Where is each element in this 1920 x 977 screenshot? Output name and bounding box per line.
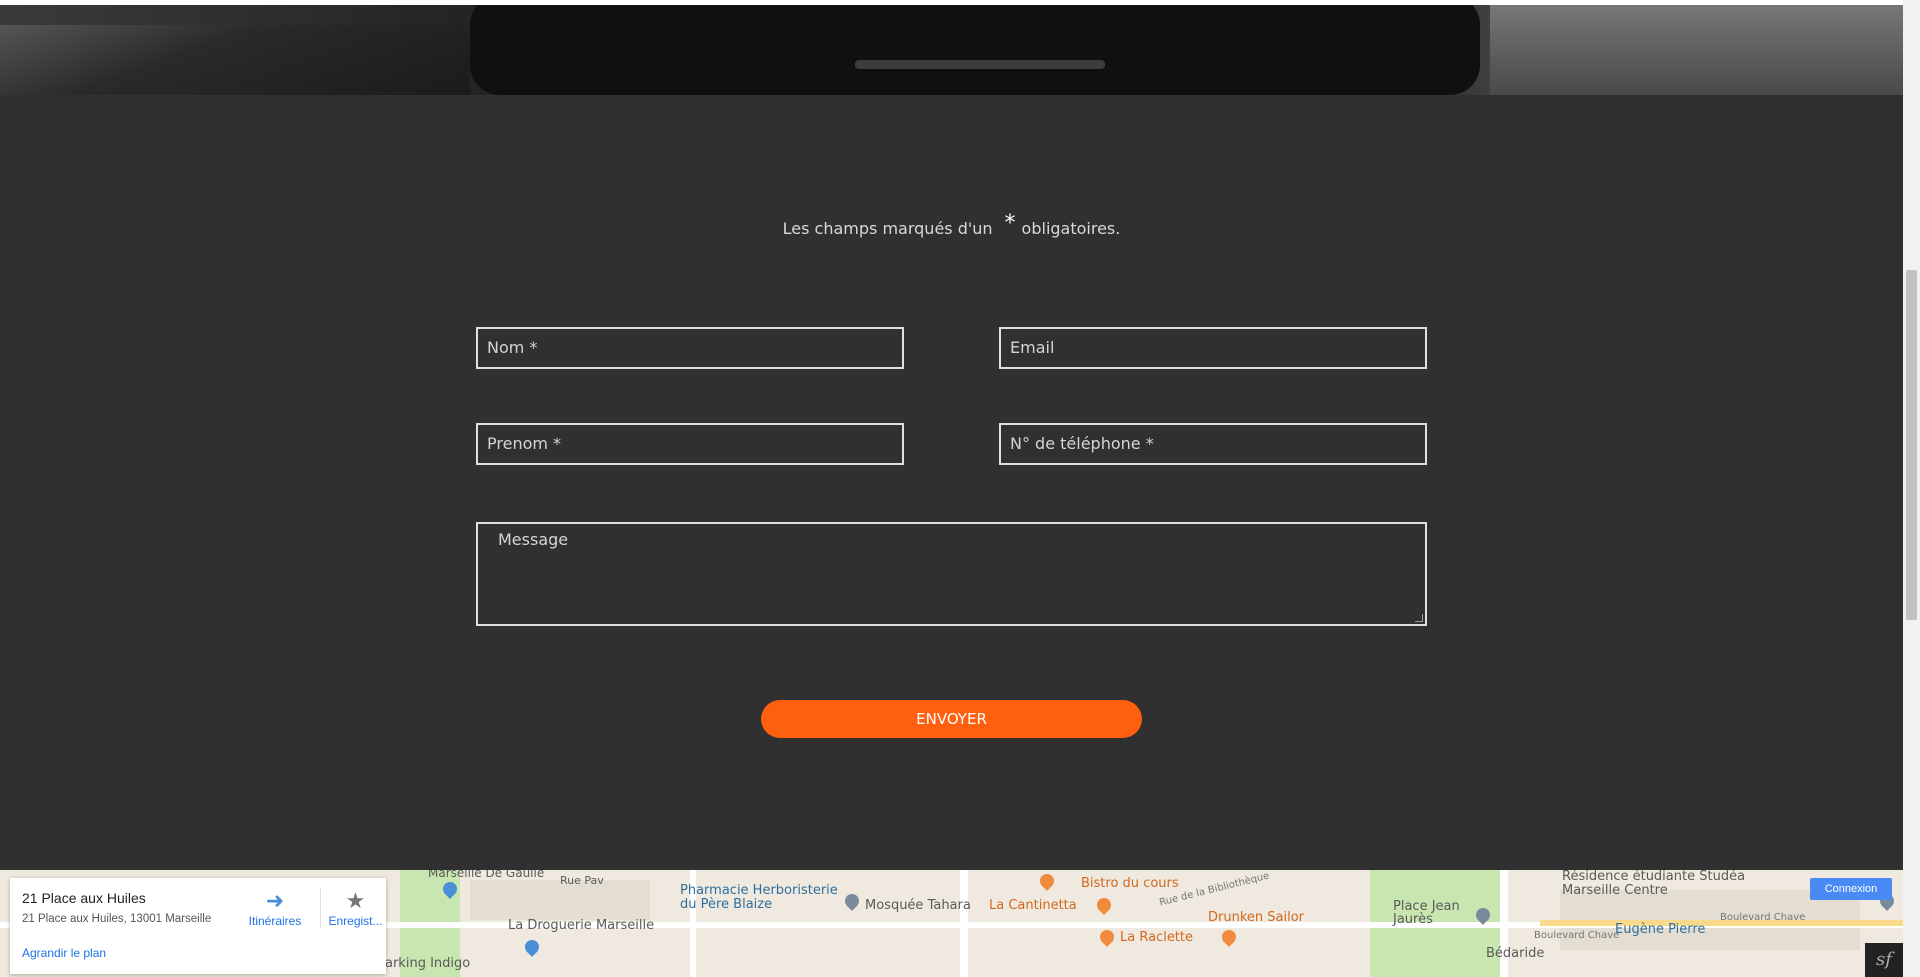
map-connexion-button[interactable]: Connexion — [1810, 878, 1892, 900]
contact-section: Les champs marqués d'un * obligatoires. No… — [0, 95, 1903, 870]
map-label: Eugène Pierre — [1615, 922, 1706, 937]
place-title: 21 Place aux Huiles — [22, 890, 146, 906]
phone-input[interactable]: N° de téléphone * — [999, 423, 1427, 465]
required-star: * — [1004, 211, 1016, 236]
star-icon: ★ — [345, 888, 366, 913]
map-label: Boulevard Chave — [1534, 930, 1620, 941]
save-label: Enregist... — [328, 914, 383, 928]
hero-image-shape — [470, 5, 1480, 95]
prenom-placeholder: Prenom * — [487, 434, 562, 453]
map-pin-icon — [1037, 871, 1057, 891]
directions-button[interactable]: ➜ Itinéraires — [240, 888, 310, 928]
map-place-card: 21 Place aux Huiles 21 Place aux Huiles,… — [10, 878, 386, 974]
nom-placeholder: Nom * — [487, 338, 538, 357]
submit-button[interactable]: ENVOYER — [761, 700, 1142, 738]
phone-placeholder: N° de téléphone * — [1010, 434, 1154, 453]
connexion-label: Connexion — [1824, 883, 1878, 895]
notice-prefix: Les champs marqués d'un — [782, 219, 993, 238]
map-label: Drunken Sailor — [1208, 910, 1305, 925]
map-label: Rue Pav — [560, 874, 604, 887]
resize-handle[interactable] — [1415, 614, 1423, 622]
save-place-button[interactable]: ★ Enregist... — [320, 888, 390, 928]
map-label: arking Indigo — [385, 956, 471, 971]
directions-icon: ➜ — [265, 888, 285, 913]
hero-image-shape — [1490, 5, 1903, 95]
map-label: Mosquée Tahara — [865, 898, 971, 913]
map-pin-icon — [522, 937, 542, 957]
map-label: La Raclette — [1120, 930, 1194, 945]
hero-image — [0, 5, 1903, 95]
map-label: La Droguerie Marseille — [508, 918, 655, 933]
enlarge-map-link[interactable]: Agrandir le plan — [22, 946, 106, 960]
place-address: 21 Place aux Huiles, 13001 Marseille — [22, 913, 212, 925]
map-pin-icon — [1097, 927, 1117, 947]
map-label: La Cantinetta — [989, 898, 1077, 913]
map-label: Bistro du cours — [1081, 876, 1179, 891]
email-placeholder: Email — [1010, 338, 1055, 357]
message-textarea[interactable]: Message — [476, 522, 1427, 626]
map-pin-icon — [1094, 895, 1114, 915]
map-label: Bédaride — [1486, 946, 1545, 961]
notice-suffix: obligatoires. — [1021, 219, 1121, 238]
prenom-input[interactable]: Prenom * — [476, 423, 904, 465]
map-label: Résidence étudiante Studéa Marseille Cen… — [1562, 870, 1746, 898]
map-label: Marseille De Gaulle — [428, 870, 545, 880]
nom-input[interactable]: Nom * — [476, 327, 904, 369]
map-road — [960, 870, 968, 977]
map-pin-icon — [1219, 927, 1239, 947]
scrollbar-thumb[interactable] — [1906, 270, 1917, 620]
required-fields-notice: Les champs marqués d'un * obligatoires. — [0, 211, 1903, 240]
email-input[interactable]: Email — [999, 327, 1427, 369]
map-label: Boulevard Chave — [1720, 912, 1806, 923]
directions-label: Itinéraires — [248, 914, 302, 928]
hero-image-shape — [0, 25, 470, 95]
map-label: Pharmacie Herboristerie du Père Blaize — [680, 883, 838, 912]
symfony-toolbar-icon[interactable]: sf — [1865, 943, 1903, 977]
message-placeholder: Message — [498, 530, 569, 549]
map-label: Place Jean Jaurès — [1393, 899, 1460, 927]
hero-image-shape — [855, 60, 1105, 69]
